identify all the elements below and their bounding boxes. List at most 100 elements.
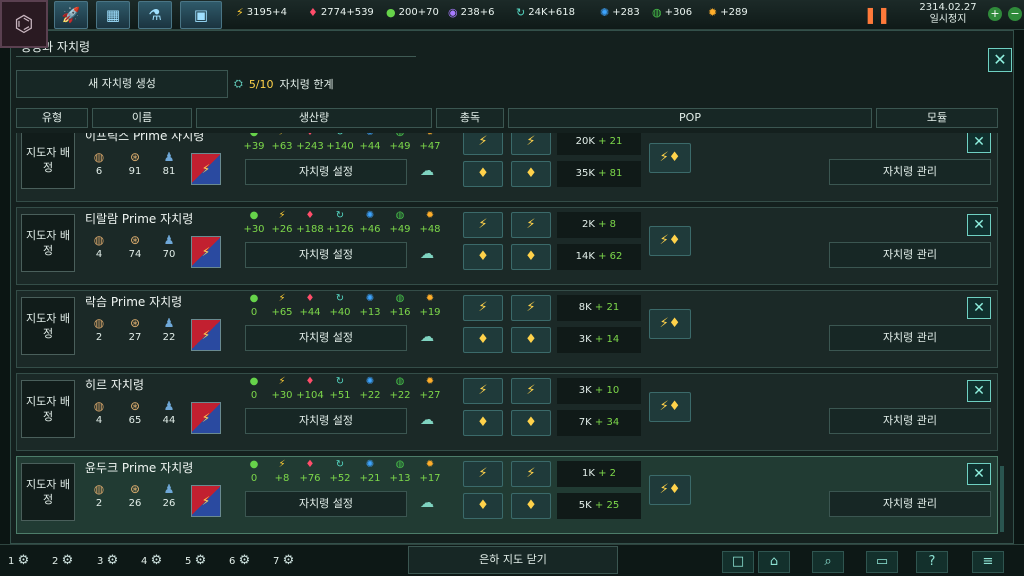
module-icon[interactable]: ⚡♦ bbox=[649, 309, 691, 339]
resource-7[interactable]: ✹ +289 bbox=[708, 6, 748, 19]
colony-settings-button[interactable]: 자치령 설정 bbox=[245, 242, 407, 268]
resource-0[interactable]: ⚡ 3195+4 bbox=[236, 6, 287, 19]
quick-slot[interactable]: 2 ⚙ bbox=[52, 553, 73, 568]
minerals-transfer-icon[interactable]: ♦ bbox=[463, 493, 503, 519]
release-colony-button[interactable]: ✕ bbox=[967, 214, 991, 236]
speed-down-icon[interactable]: − bbox=[1008, 7, 1022, 21]
production-values: 0 +8 +76 +52 +21 +13 +17 bbox=[239, 473, 441, 487]
minerals-transfer-icon[interactable]: ♦ bbox=[463, 327, 503, 353]
menu-icon[interactable]: ≡ bbox=[972, 551, 1004, 573]
resource-2[interactable]: ● 200+70 bbox=[386, 6, 439, 19]
energy-transfer-icon[interactable]: ⚡ bbox=[463, 295, 503, 321]
chat-icon[interactable]: ▭ bbox=[866, 551, 898, 573]
colony-manage-button[interactable]: 자치령 관리 bbox=[829, 159, 991, 185]
chat-bubble-icon[interactable]: ☁ bbox=[417, 412, 437, 430]
quick-slot[interactable]: 4 ⚙ bbox=[141, 553, 162, 568]
sector-emblem-icon[interactable]: ⚡ bbox=[191, 153, 221, 185]
speed-up-icon[interactable]: + bbox=[988, 7, 1002, 21]
colony-settings-button[interactable]: 자치령 설정 bbox=[245, 325, 407, 351]
assign-governor-button[interactable]: 지도자 배정 bbox=[21, 297, 75, 355]
quick-slot[interactable]: 6 ⚙ bbox=[229, 553, 250, 568]
module-icon[interactable]: ⚡♦ bbox=[649, 392, 691, 422]
energy-transfer-icon[interactable]: ⚡ bbox=[463, 212, 503, 238]
assign-governor-button[interactable]: 지도자 배정 bbox=[21, 214, 75, 272]
col-production[interactable]: 생산량 bbox=[196, 108, 432, 128]
assign-governor-button[interactable]: 지도자 배정 bbox=[21, 463, 75, 521]
assign-governor-button[interactable]: 지도자 배정 bbox=[21, 380, 75, 438]
release-colony-button[interactable]: ✕ bbox=[967, 463, 991, 485]
colony-settings-button[interactable]: 자치령 설정 bbox=[245, 159, 407, 185]
minerals-transfer-icon[interactable]: ♦ bbox=[463, 244, 503, 270]
col-type[interactable]: 유형 bbox=[16, 108, 88, 128]
close-map-button[interactable]: 은하 지도 닫기 bbox=[408, 546, 618, 574]
colony-manage-button[interactable]: 자치령 관리 bbox=[829, 242, 991, 268]
help-icon[interactable]: ? bbox=[916, 551, 948, 573]
galaxy-map-icon[interactable]: ▦ bbox=[96, 1, 130, 29]
research-icon[interactable]: ⚗ bbox=[138, 1, 172, 29]
quick-slot[interactable]: 7 ⚙ bbox=[273, 553, 294, 568]
minerals-policy-icon[interactable]: ♦ bbox=[511, 410, 551, 436]
minerals-policy-icon[interactable]: ♦ bbox=[511, 244, 551, 270]
zoom-icon[interactable]: ⌕ bbox=[812, 551, 844, 573]
quick-slot[interactable]: 3 ⚙ bbox=[97, 553, 118, 568]
colony-manage-button[interactable]: 자치령 관리 bbox=[829, 491, 991, 517]
col-pop[interactable]: POP bbox=[508, 108, 872, 128]
minerals-policy-icon[interactable]: ♦ bbox=[511, 493, 551, 519]
close-window-button[interactable]: ✕ bbox=[988, 48, 1012, 72]
release-colony-button[interactable]: ✕ bbox=[967, 133, 991, 153]
energy-transfer-icon[interactable]: ⚡ bbox=[463, 461, 503, 487]
resource-1[interactable]: ♦ 2774+539 bbox=[308, 6, 374, 19]
energy-policy-icon[interactable]: ⚡ bbox=[511, 133, 551, 155]
chat-bubble-icon[interactable]: ☁ bbox=[417, 495, 437, 513]
minerals-policy-icon[interactable]: ♦ bbox=[511, 161, 551, 187]
assign-governor-button[interactable]: 지도자 배정 bbox=[21, 133, 75, 189]
faction-emblem-icon[interactable]: ⌬ bbox=[0, 0, 48, 48]
chat-bubble-icon[interactable]: ☁ bbox=[417, 329, 437, 347]
module-icon[interactable]: ⚡♦ bbox=[649, 226, 691, 256]
energy-transfer-icon[interactable]: ⚡ bbox=[463, 378, 503, 404]
resource-3[interactable]: ◉ 238+6 bbox=[448, 6, 494, 19]
colony-settings-button[interactable]: 자치령 설정 bbox=[245, 491, 407, 517]
ship-icon[interactable]: 🚀 bbox=[54, 1, 88, 29]
col-module[interactable]: 모듈 bbox=[876, 108, 998, 128]
minerals-transfer-icon[interactable]: ♦ bbox=[463, 161, 503, 187]
chat-bubble-icon[interactable]: ☁ bbox=[417, 163, 437, 181]
pause-status: 일시정지 bbox=[929, 14, 967, 25]
colony-manage-button[interactable]: 자치령 관리 bbox=[829, 325, 991, 351]
release-colony-button[interactable]: ✕ bbox=[967, 380, 991, 402]
quick-slot[interactable]: 5 ⚙ bbox=[185, 553, 206, 568]
sector-emblem-icon[interactable]: ⚡ bbox=[191, 485, 221, 517]
colony-name: 이프릭스 Prime 자치령 bbox=[85, 133, 205, 143]
colony-settings-button[interactable]: 자치령 설정 bbox=[245, 408, 407, 434]
sector-emblem-icon[interactable]: ⚡ bbox=[191, 319, 221, 351]
energy-policy-icon[interactable]: ⚡ bbox=[511, 378, 551, 404]
module-icon[interactable]: ⚡♦ bbox=[649, 475, 691, 505]
console-icon[interactable]: ▣ bbox=[180, 1, 222, 29]
minerals-policy-icon[interactable]: ♦ bbox=[511, 327, 551, 353]
colony-manage-button[interactable]: 자치령 관리 bbox=[829, 408, 991, 434]
module-icon[interactable]: ⚡♦ bbox=[649, 143, 691, 173]
home-icon[interactable]: ⌂ bbox=[758, 551, 790, 573]
col-governor[interactable]: 총독 bbox=[436, 108, 504, 128]
sector-emblem-icon[interactable]: ⚡ bbox=[191, 402, 221, 434]
col-name[interactable]: 이름 bbox=[92, 108, 192, 128]
quick-slot[interactable]: 1 ⚙ bbox=[8, 553, 29, 568]
resource-6[interactable]: ◍ +306 bbox=[652, 6, 692, 19]
energy-transfer-icon[interactable]: ⚡ bbox=[463, 133, 503, 155]
new-colony-button[interactable]: 새 자치령 생성 bbox=[16, 70, 228, 98]
square-icon[interactable]: □ bbox=[722, 551, 754, 573]
limit-count: 5/10 bbox=[248, 77, 274, 91]
release-colony-button[interactable]: ✕ bbox=[967, 297, 991, 319]
chat-bubble-icon[interactable]: ☁ bbox=[417, 246, 437, 264]
minerals-transfer-icon[interactable]: ♦ bbox=[463, 410, 503, 436]
sector-emblem-icon[interactable]: ⚡ bbox=[191, 236, 221, 268]
energy-policy-icon[interactable]: ⚡ bbox=[511, 461, 551, 487]
resource-4[interactable]: ↻ 24K+618 bbox=[516, 6, 575, 19]
scrollbar[interactable] bbox=[1000, 466, 1004, 532]
energy-policy-icon[interactable]: ⚡ bbox=[511, 295, 551, 321]
pop-energy-base: 20K bbox=[575, 136, 595, 147]
production-resource-icon: ● bbox=[249, 293, 259, 304]
resource-5[interactable]: ✺ +283 bbox=[600, 6, 640, 19]
energy-policy-icon[interactable]: ⚡ bbox=[511, 212, 551, 238]
pause-icon[interactable]: ❚❚ bbox=[862, 5, 892, 25]
